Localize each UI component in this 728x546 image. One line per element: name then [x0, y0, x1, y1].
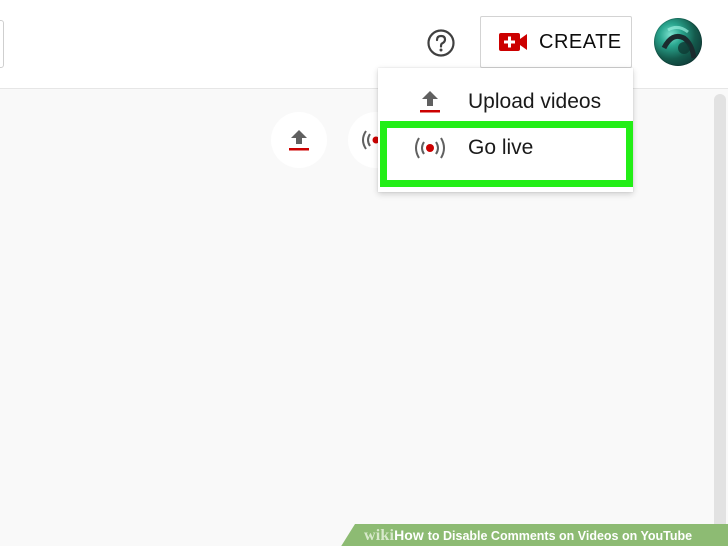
watermark-title: to Disable Comments on Videos on YouTube	[427, 529, 693, 543]
search-box-edge[interactable]	[0, 20, 4, 68]
menu-item-label: Go live	[468, 136, 534, 159]
create-button[interactable]: CREATE	[480, 16, 632, 68]
watermark-how: How	[394, 527, 424, 543]
create-button-label: CREATE	[539, 30, 622, 53]
avatar[interactable]	[654, 18, 702, 66]
watermark: wiki How to Disable Comments on Videos o…	[364, 527, 692, 545]
youtube-studio-screen: CREATE Upload videos Go live wiki How to…	[0, 0, 728, 546]
video-camera-plus-icon	[499, 31, 529, 53]
scrollbar[interactable]	[714, 94, 726, 530]
watermark-wiki: wiki	[364, 527, 395, 544]
upload-round-button[interactable]	[271, 112, 327, 168]
create-dropdown-menu: Upload videos Go live	[378, 68, 633, 192]
question-circle-icon	[427, 29, 455, 57]
menu-item-go-live[interactable]: Go live	[378, 124, 633, 172]
upload-icon	[410, 82, 450, 122]
broadcast-icon	[410, 128, 450, 168]
upload-icon	[289, 130, 309, 151]
menu-item-upload-videos[interactable]: Upload videos	[378, 78, 633, 126]
help-button[interactable]	[424, 26, 458, 60]
menu-item-label: Upload videos	[468, 90, 602, 113]
